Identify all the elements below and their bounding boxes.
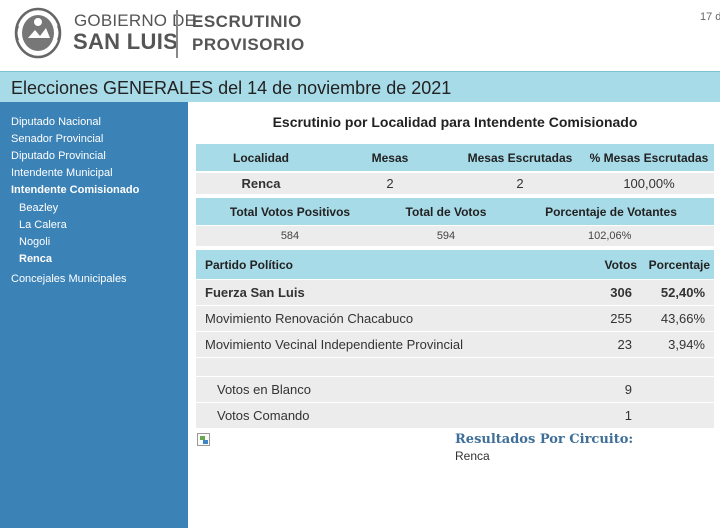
locality-table-header: Localidad Mesas Mesas Escrutadas % Mesas… <box>196 144 714 171</box>
party-name: Movimiento Vecinal Independiente Provinc… <box>205 337 463 352</box>
blank-votes-row: Votos en Blanco 9 <box>196 377 714 402</box>
blank-votes-label: Votos en Blanco <box>217 382 311 397</box>
sidebar-nav: Diputado Nacional Senador Provincial Dip… <box>0 102 188 528</box>
party-votes: 23 <box>617 337 632 352</box>
escrutinio-title-line2: PROVISORIO <box>192 35 305 54</box>
party-percent: 3,94% <box>668 337 705 352</box>
party-table-spacer-row <box>196 358 714 376</box>
total-votos-positivos: 584 <box>280 230 300 242</box>
party-name: Fuerza San Luis <box>205 285 305 300</box>
col-votos: Votos <box>604 257 637 272</box>
results-title: Escrutinio por Localidad para Intendente… <box>272 114 638 130</box>
party-row: Movimiento Renovación Chacabuco 255 43,6… <box>196 306 714 331</box>
locality-name: Renca <box>241 176 281 191</box>
sidebar-item-intendente-comisionado[interactable]: Intendente Comisionado <box>11 184 139 196</box>
party-percent: 43,66% <box>660 311 705 326</box>
total-votos: 594 <box>436 230 456 242</box>
update-date: 17 d <box>700 11 720 23</box>
sidebar-item-concejales-municipales[interactable]: Concejales Municipales <box>11 273 127 285</box>
locality-table-row: Renca 2 2 100,00% <box>196 173 714 194</box>
col-porcentaje: Porcentaje <box>648 257 710 272</box>
sidebar-subitem-nogoli[interactable]: Nogoli <box>19 236 50 248</box>
col-pct-mesas-escrutadas: % Mesas Escrutadas <box>589 150 709 165</box>
party-row: Movimiento Vecinal Independiente Provinc… <box>196 332 714 357</box>
party-name: Movimiento Renovación Chacabuco <box>205 311 414 326</box>
broken-image-icon <box>197 433 210 446</box>
sidebar-subitem-beazley[interactable]: Beazley <box>19 202 58 214</box>
totals-table-row: 584 594 102,06% <box>196 226 714 246</box>
col-partido-politico: Partido Político <box>205 257 294 272</box>
col-total-votos-positivos: Total Votos Positivos <box>229 204 351 219</box>
circuit-results-title: Resultados Por Circuito: <box>455 432 634 447</box>
locality-mesas-escrutadas: 2 <box>516 176 524 191</box>
locality-pct-mesas: 100,00% <box>623 176 675 191</box>
site-header: GOBIERNO DE SAN LUIS ESCRUTINIO PROVISOR… <box>0 0 720 70</box>
party-votes: 255 <box>610 311 632 326</box>
col-localidad: Localidad <box>232 150 289 165</box>
col-mesas-escrutadas: Mesas Escrutadas <box>467 150 573 165</box>
party-votes: 306 <box>610 285 632 300</box>
sidebar-subitem-renca[interactable]: Renca <box>19 253 52 265</box>
locality-mesas: 2 <box>386 176 394 191</box>
sidebar-item-intendente-municipal[interactable]: Intendente Municipal <box>11 167 113 179</box>
comando-votes-count: 1 <box>624 408 632 423</box>
header-divider <box>176 10 178 58</box>
sidebar-item-diputado-nacional[interactable]: Diputado Nacional <box>11 116 101 128</box>
sidebar-item-diputado-provincial[interactable]: Diputado Provincial <box>11 150 106 162</box>
election-title: Elecciones GENERALES del 14 de noviembre… <box>11 78 452 98</box>
col-total-votos: Total de Votos <box>405 204 487 219</box>
circuit-results-value: Renca <box>455 449 490 463</box>
gov-title-line2: SAN LUIS <box>73 29 179 54</box>
party-table-header: Partido Político Votos Porcentaje <box>196 250 714 279</box>
escrutinio-title-line1: ESCRUTINIO <box>192 12 302 31</box>
comando-votes-label: Votos Comando <box>217 408 310 423</box>
party-row: Fuerza San Luis 306 52,40% <box>196 280 714 305</box>
porcentaje-votantes: 102,06% <box>588 230 632 242</box>
sidebar-subitem-la-calera[interactable]: La Calera <box>19 219 67 231</box>
san-luis-seal-logo <box>14 7 62 59</box>
sidebar-item-senador-provincial[interactable]: Senador Provincial <box>11 133 103 145</box>
election-title-bar: Elecciones GENERALES del 14 de noviembre… <box>0 71 720 102</box>
comando-votes-row: Votos Comando 1 <box>196 403 714 428</box>
col-mesas: Mesas <box>371 150 409 165</box>
col-porcentaje-votantes: Porcentaje de Votantes <box>545 204 677 219</box>
totals-table-header: Total Votos Positivos Total de Votos Por… <box>196 198 714 225</box>
blank-votes-count: 9 <box>624 382 632 397</box>
party-percent: 52,40% <box>660 285 705 300</box>
